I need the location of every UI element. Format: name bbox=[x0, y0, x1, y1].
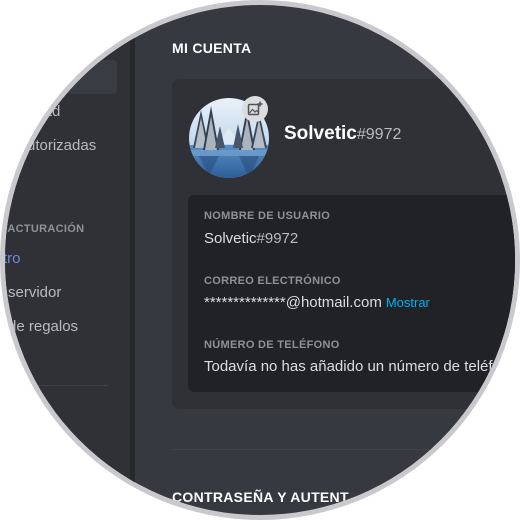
email-value-row: **************@hotmail.com Mostrar bbox=[204, 294, 430, 311]
email-value: **************@hotmail.com bbox=[204, 294, 382, 311]
add-image-icon bbox=[247, 101, 263, 116]
sidebar-item-nitro[interactable]: tro bbox=[5, 250, 21, 267]
show-email-link[interactable]: Mostrar bbox=[386, 295, 430, 310]
page-title: MI CUENTA bbox=[172, 40, 252, 56]
sidebar-separator bbox=[130, 5, 135, 515]
section-divider bbox=[172, 449, 515, 450]
sidebar-header-billing: FACTURACIÓN bbox=[5, 223, 85, 235]
sidebar-item-privacy[interactable]: ridad bbox=[27, 103, 60, 120]
sidebar-item-my-account[interactable] bbox=[5, 60, 117, 94]
sidebar-divider bbox=[5, 385, 108, 386]
change-avatar-button[interactable] bbox=[242, 96, 268, 122]
username-label: NOMBRE DE USUARIO bbox=[204, 210, 331, 222]
phone-value: Todavía no has añadido un número de telé… bbox=[204, 358, 493, 375]
username-name: Solvetic bbox=[204, 230, 257, 247]
sidebar-item-authorized-apps[interactable]: utorizadas bbox=[27, 137, 96, 154]
profile-tag: #9972 bbox=[356, 126, 402, 143]
sidebar-item-server-boost[interactable]: servidor bbox=[8, 284, 61, 301]
profile-name: Solvetic bbox=[284, 123, 357, 144]
username-tag: #9972 bbox=[256, 230, 299, 247]
screenshot-circle: ridad utorizadas FACTURACIÓN tro servido… bbox=[5, 5, 515, 515]
phone-label: NÚMERO DE TELÉFONO bbox=[204, 339, 340, 351]
settings-sidebar: ridad utorizadas FACTURACIÓN tro servido… bbox=[5, 5, 130, 515]
sidebar-header-app-settings: ÓN bbox=[31, 402, 49, 414]
profile-username: Solvetic#9972 bbox=[284, 123, 401, 145]
password-section-title: CONTRASEÑA Y AUTENT bbox=[172, 489, 349, 505]
sidebar-item-gift-inventory[interactable]: de regalos bbox=[8, 318, 78, 335]
username-value: Solvetic#9972 bbox=[204, 230, 298, 247]
email-label: CORREO ELECTRÓNICO bbox=[204, 275, 341, 287]
